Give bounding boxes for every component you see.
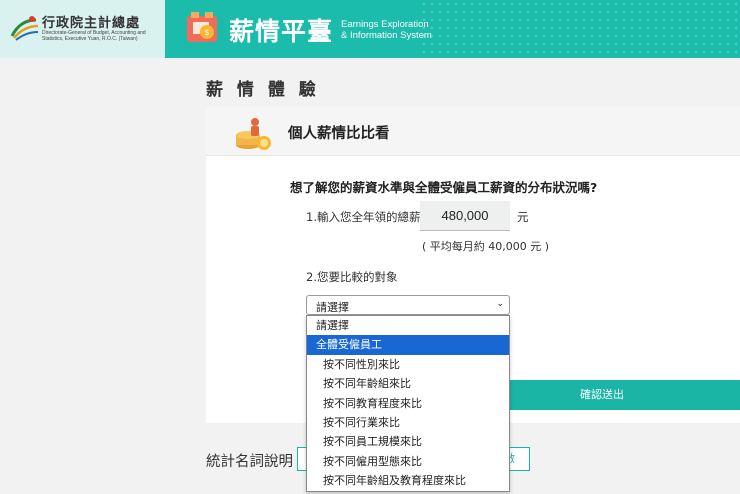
site-subtitle: Earnings Exploration & Information Syste… [341, 19, 432, 41]
dropdown-option-by-age[interactable]: 按不同年齡組來比 [307, 374, 509, 393]
site-header: 行政院主計總處 Directorate-General of Budget, A… [0, 0, 740, 58]
salary-label: 1.輸入您全年領的總薪資 [306, 210, 432, 224]
agency-name-zh: 行政院主計總處 [42, 16, 141, 31]
compare-target-label: 2.您要比較的對象 [306, 270, 398, 284]
site-subtitle-line1: Earnings Exploration [341, 19, 429, 30]
salary-unit: 元 [517, 210, 529, 224]
agency-logo-area[interactable]: 行政院主計總處 Directorate-General of Budget, A… [0, 0, 165, 58]
site-brand[interactable]: $ 薪情平臺 Earnings Exploration & Informatio… [165, 0, 740, 58]
compare-target-select[interactable]: 請選擇 ⌄ [306, 295, 510, 315]
dropdown-option-by-employment-type[interactable]: 按不同僱用型態來比 [307, 452, 509, 471]
site-heart-logo-icon: $ [187, 12, 217, 42]
chevron-down-icon: ⌄ [496, 299, 504, 309]
glossary-title: 統計名詞說明 [206, 454, 293, 470]
card-title: 個人薪情比比看 [288, 126, 390, 142]
svg-text:$: $ [204, 28, 209, 37]
dropdown-option-by-education[interactable]: 按不同教育程度來比 [307, 394, 509, 413]
select-value: 請選擇 [316, 301, 349, 314]
coins-person-icon [236, 118, 271, 150]
dropdown-option-by-gender[interactable]: 按不同性別來比 [307, 355, 509, 374]
site-subtitle-line2: & Information System [341, 30, 432, 41]
dropdown-option-by-company-size[interactable]: 按不同員工規模來比 [307, 432, 509, 451]
agency-emblem-icon [10, 16, 39, 41]
monthly-average-note: ( 平均每月約 40,000 元 ) [422, 240, 550, 253]
compare-target-dropdown: 請選擇 全體受僱員工 按不同性別來比 按不同年齡組來比 按不同教育程度來比 按不… [306, 315, 510, 492]
site-title: 薪情平臺 [229, 17, 334, 46]
dropdown-option-all-employees[interactable]: 全體受僱員工 [307, 335, 509, 355]
intro-question: 想了解您的薪資水準與全體受僱員工薪資的分布狀況嗎? [290, 180, 598, 195]
section-title: 薪 情 體 驗 [206, 80, 320, 100]
decorative-dot-pattern [420, 0, 740, 58]
annual-salary-input[interactable] [420, 201, 510, 231]
dropdown-option-placeholder[interactable]: 請選擇 [307, 316, 509, 335]
dropdown-option-by-industry[interactable]: 按不同行業來比 [307, 413, 509, 432]
agency-name-en: Directorate-General of Budget, Accountin… [42, 30, 146, 42]
card-header: 個人薪情比比看 [206, 107, 740, 156]
dropdown-option-by-age-and-education[interactable]: 按不同年齡組及教育程度來比 [307, 471, 509, 490]
